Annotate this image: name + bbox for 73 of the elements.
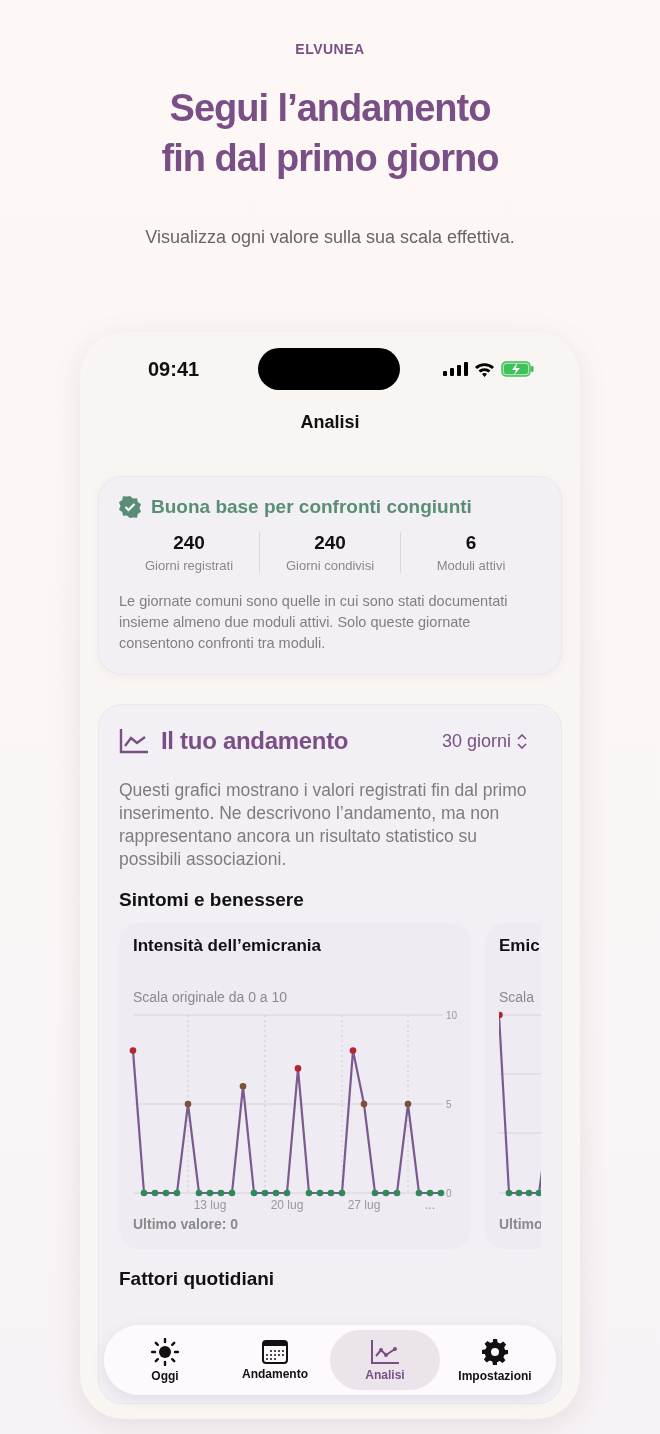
- data-point: [184, 1100, 192, 1108]
- subsection-title: Fattori quotidiani: [119, 1268, 276, 1290]
- data-point: [261, 1189, 269, 1197]
- data-point: [162, 1189, 170, 1197]
- data-point: [393, 1189, 401, 1197]
- data-point: [404, 1100, 412, 1108]
- chart-title: Intensità dell’emicrania: [133, 936, 322, 956]
- axis-label: 10: [446, 1010, 458, 1021]
- data-point: [250, 1189, 258, 1197]
- stat-label: Giorni registrati: [144, 558, 234, 573]
- data-point: [140, 1189, 148, 1197]
- line-chart-icon: [119, 728, 149, 754]
- data-point: [129, 1047, 137, 1054]
- tab[interactable]: Oggi: [110, 1330, 220, 1390]
- wifi-icon: [474, 361, 495, 377]
- battery-icon: [501, 361, 534, 377]
- last-value: Ultimo valore: 0: [133, 1216, 240, 1232]
- data-point: [294, 1065, 302, 1072]
- tab[interactable]: Analisi: [330, 1330, 440, 1390]
- screen-title: Analisi: [299, 412, 361, 433]
- axis-label: 27 lug: [347, 1198, 381, 1212]
- data-point: [272, 1189, 280, 1197]
- period-picker[interactable]: 30 giorni: [441, 730, 527, 752]
- data-point: [338, 1189, 346, 1197]
- line-chart-icon: [370, 1338, 400, 1365]
- chart-title: Emic: [499, 936, 541, 956]
- summary-note: Le giornate comuni sono quelle in cui sono stati documentati insieme almeno due moduli attivi. Solo queste giornate consentono confronti tra moduli.: [119, 592, 509, 653]
- summary-title: Buona base per confronti congiunti: [151, 496, 472, 518]
- data-point: [371, 1189, 379, 1197]
- data-point: [360, 1100, 368, 1108]
- settings-icon: [481, 1337, 509, 1366]
- scale-label: Scala: [499, 989, 536, 1005]
- data-point: [327, 1189, 335, 1197]
- axis-label: 5: [446, 1099, 452, 1110]
- status-time: 09:41: [148, 357, 201, 381]
- tab[interactable]: Andamento: [220, 1330, 330, 1390]
- axis-label: 13 lug: [193, 1198, 227, 1212]
- data-point: [415, 1189, 423, 1197]
- stat-label: Giorni condivisi: [285, 558, 375, 573]
- data-point: [228, 1189, 236, 1197]
- data-point: [151, 1189, 159, 1197]
- axis-label: 20 lug: [270, 1198, 304, 1212]
- stat-value: 6: [465, 532, 477, 554]
- data-point: [283, 1189, 291, 1197]
- data-point: [206, 1189, 214, 1197]
- data-point: [382, 1189, 390, 1197]
- verified-badge-icon: [119, 496, 141, 518]
- tab[interactable]: Impostazioni: [440, 1330, 550, 1390]
- data-point: [426, 1189, 434, 1197]
- signal-icon: [443, 362, 468, 376]
- calendar-icon: [262, 1339, 288, 1364]
- description: Questi grafici mostrano i valori registrati fin dal primo inserimento. Ne descrivono l’andamento, ma non rappresentano ancora un risultato statistico su possibili associazioni.: [119, 779, 528, 871]
- data-point: [316, 1189, 324, 1197]
- brand-label: ELVUNEA: [294, 41, 366, 57]
- headline: Segui l’andamento fin dal primo giorno: [160, 86, 500, 181]
- stat-label: Moduli attivi: [436, 558, 506, 573]
- subtitle: Visualizza ogni valore sulla sua scala effettiva.: [144, 227, 516, 248]
- data-point: [437, 1189, 445, 1197]
- data-point: [173, 1189, 181, 1197]
- data-point: [217, 1189, 225, 1197]
- section-title: Il tuo andamento: [161, 727, 349, 755]
- subsection-title: Sintomi e benessere: [119, 889, 305, 911]
- data-point: [305, 1189, 313, 1197]
- data-point: [349, 1047, 357, 1054]
- stat-value: 240: [173, 532, 205, 554]
- sun-icon: [151, 1337, 179, 1366]
- scale-label: Scala originale da 0 a 10: [133, 989, 289, 1005]
- data-point: [195, 1189, 203, 1197]
- data-point: [239, 1082, 247, 1090]
- axis-label: 0: [446, 1188, 452, 1199]
- stat-value: 240: [314, 532, 346, 554]
- chevron-up-down-icon: [517, 733, 527, 749]
- axis-label: ...: [425, 1198, 435, 1212]
